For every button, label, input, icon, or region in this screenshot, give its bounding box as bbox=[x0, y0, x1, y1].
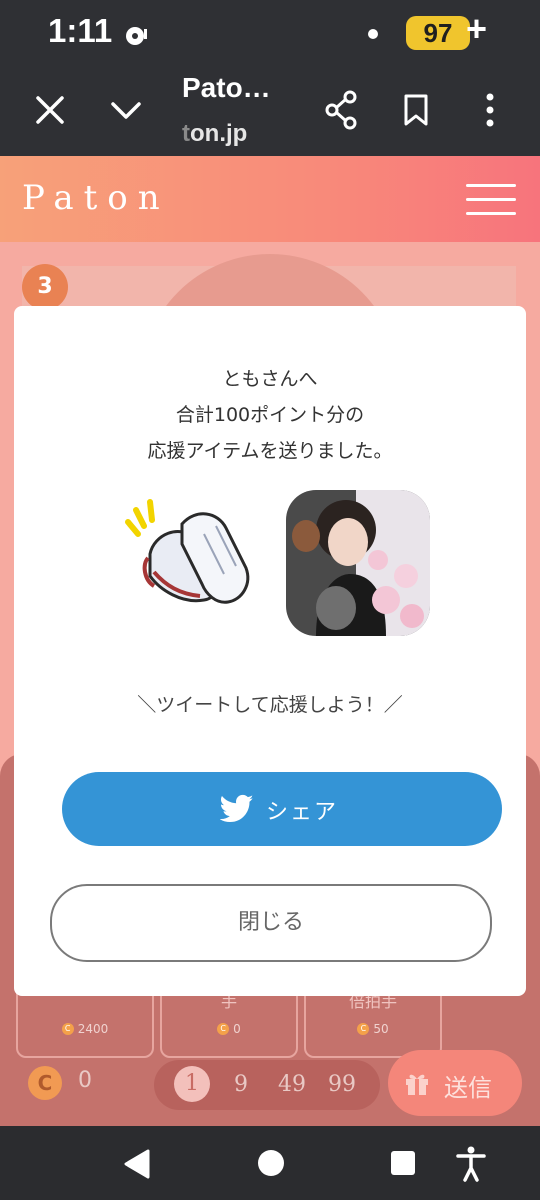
coin-balance-icon: C bbox=[28, 1066, 62, 1100]
status-time: 1:11 bbox=[48, 12, 113, 49]
page-url-domain: on.jp bbox=[190, 120, 248, 147]
support-item-price: C 2400 bbox=[18, 1022, 152, 1036]
quantity-selector: 1 9 49 99 bbox=[154, 1060, 380, 1110]
rank-badge: 3 bbox=[22, 264, 68, 310]
dialog-recipient-line: ともさんへ bbox=[222, 368, 318, 390]
recipient-avatar bbox=[286, 490, 430, 636]
support-item-price: C 50 bbox=[306, 1022, 440, 1036]
page-url-faded: t bbox=[182, 120, 190, 147]
more-options-icon[interactable] bbox=[466, 86, 514, 134]
support-item-price-value: 50 bbox=[373, 1022, 389, 1036]
gift-icon bbox=[406, 1074, 428, 1095]
share-button[interactable]: シェア bbox=[62, 772, 502, 846]
status-bar: 1:11 97 + bbox=[0, 0, 540, 62]
support-item-price-value: 2400 bbox=[77, 1022, 109, 1036]
bookmark-icon[interactable] bbox=[392, 86, 440, 134]
quantity-option[interactable]: 9 bbox=[234, 1072, 248, 1097]
back-icon[interactable] bbox=[122, 1148, 152, 1180]
twitter-bird-icon bbox=[220, 794, 254, 823]
share-icon[interactable] bbox=[318, 86, 366, 134]
support-item-price-value: 0 bbox=[233, 1022, 241, 1036]
coin-icon: C bbox=[357, 1023, 370, 1035]
media-notification-icon bbox=[126, 27, 147, 45]
battery-level: 97 bbox=[406, 16, 470, 50]
page-title: Pato… bbox=[182, 72, 271, 103]
tweet-prompt: ＼ツイートして応援しよう！／ bbox=[137, 694, 403, 716]
share-button-label: シェア bbox=[266, 800, 339, 825]
close-button[interactable]: 閉じる bbox=[50, 884, 492, 962]
browser-toolbar: Pato… ton.jp bbox=[0, 62, 540, 156]
close-tab-icon[interactable] bbox=[26, 86, 74, 134]
site-header: Paton bbox=[0, 156, 540, 242]
coin-icon: C bbox=[217, 1023, 230, 1035]
charging-plus-icon: + bbox=[466, 8, 488, 49]
send-button-label: 送信 bbox=[444, 1074, 492, 1102]
dialog-sent-line: 応援アイテムを送りました。 bbox=[147, 440, 393, 462]
support-item-price: C0 bbox=[162, 1022, 296, 1036]
site-logo[interactable]: Paton bbox=[22, 178, 170, 218]
page-url: ton.jp bbox=[182, 120, 247, 148]
quantity-option[interactable]: 49 bbox=[278, 1072, 306, 1097]
quantity-option-selected[interactable]: 1 bbox=[174, 1066, 210, 1102]
recent-apps-icon[interactable] bbox=[390, 1150, 416, 1176]
notification-dot-icon bbox=[368, 29, 378, 39]
chevron-down-icon[interactable] bbox=[102, 86, 150, 134]
quantity-option[interactable]: 99 bbox=[328, 1072, 356, 1097]
hamburger-menu-icon[interactable] bbox=[466, 184, 516, 216]
home-icon[interactable] bbox=[256, 1148, 286, 1178]
dialog-points-line: 合計100ポイント分の bbox=[175, 404, 365, 426]
clapping-hands-icon bbox=[125, 499, 250, 604]
coin-balance: 0 bbox=[78, 1068, 92, 1093]
system-navigation-bar bbox=[0, 1126, 540, 1200]
coin-icon: C bbox=[61, 1023, 74, 1035]
send-button[interactable]: 送信 bbox=[388, 1050, 522, 1116]
accessibility-icon[interactable] bbox=[456, 1146, 486, 1182]
support-sent-dialog: ともさんへ 合計100ポイント分の 応援アイテムを送りました。 ＼ツイートして応… bbox=[14, 306, 526, 996]
